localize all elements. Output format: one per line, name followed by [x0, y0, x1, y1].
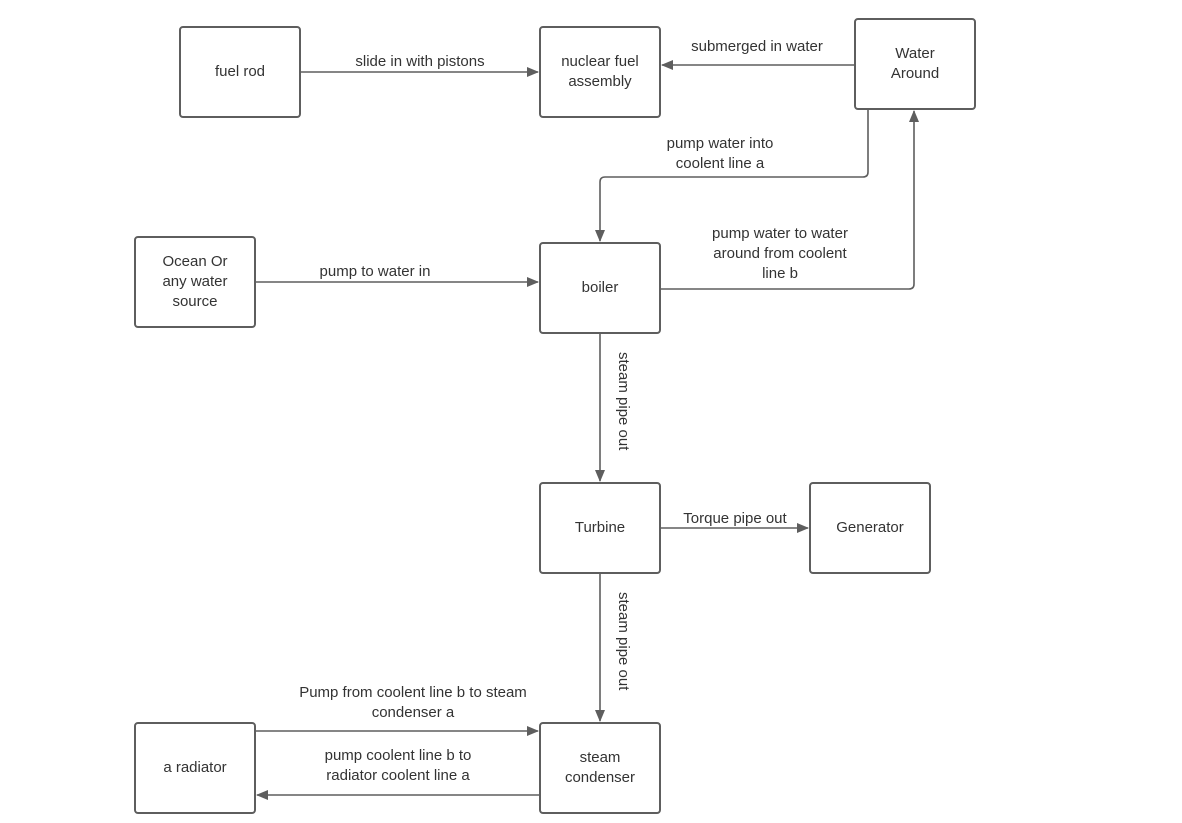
edge-water-to-boiler[interactable] [595, 110, 869, 242]
edge-label-slide-in: slide in with pistons [355, 53, 485, 70]
node-steam-condenser-label: steam condenser [564, 749, 636, 786]
node-water-around-label: Water Around [890, 45, 940, 82]
node-fuel-rod[interactable]: fuel rod [179, 26, 301, 118]
edge-label-submerged: submerged in water [691, 38, 823, 55]
node-fuel-rod-label: fuel rod [214, 63, 266, 80]
edge-label-pump-to-around-b: pump water to water around from coolent … [712, 225, 848, 282]
node-steam-condenser[interactable]: steam condenser [539, 722, 661, 814]
edge-label-pump-into-a: pump water into coolent line a [666, 135, 774, 172]
node-radiator-label: a radiator [163, 759, 227, 776]
node-generator-label: Generator [836, 519, 904, 536]
node-ocean[interactable]: Ocean Or any water source [134, 236, 256, 328]
node-boiler-label: boiler [581, 279, 619, 296]
node-turbine-label: Turbine [574, 519, 626, 536]
node-ocean-label: Ocean Or any water source [162, 253, 228, 310]
node-water-around[interactable]: Water Around [854, 18, 976, 110]
edge-label-pump-to-water-in: pump to water in [319, 263, 431, 280]
node-nuclear-fuel-assembly-label: nuclear fuel assembly [561, 53, 639, 90]
node-nuclear-fuel-assembly[interactable]: nuclear fuel assembly [539, 26, 661, 118]
connector-layer [255, 60, 919, 800]
node-generator[interactable]: Generator [809, 482, 931, 574]
node-turbine[interactable]: Turbine [539, 482, 661, 574]
node-boiler[interactable]: boiler [539, 242, 661, 334]
edge-label-steam-out-1: steam pipe out [615, 352, 632, 451]
edge-label-pump-b-to-radiator: pump coolent line b to radiator coolent … [324, 747, 472, 784]
edge-label-torque-out: Torque pipe out [683, 510, 787, 527]
node-radiator[interactable]: a radiator [134, 722, 256, 814]
edge-label-steam-out-2: steam pipe out [615, 592, 632, 691]
edge-label-pump-b-to-condenser: Pump from coolent line b to steam conden… [299, 684, 527, 721]
